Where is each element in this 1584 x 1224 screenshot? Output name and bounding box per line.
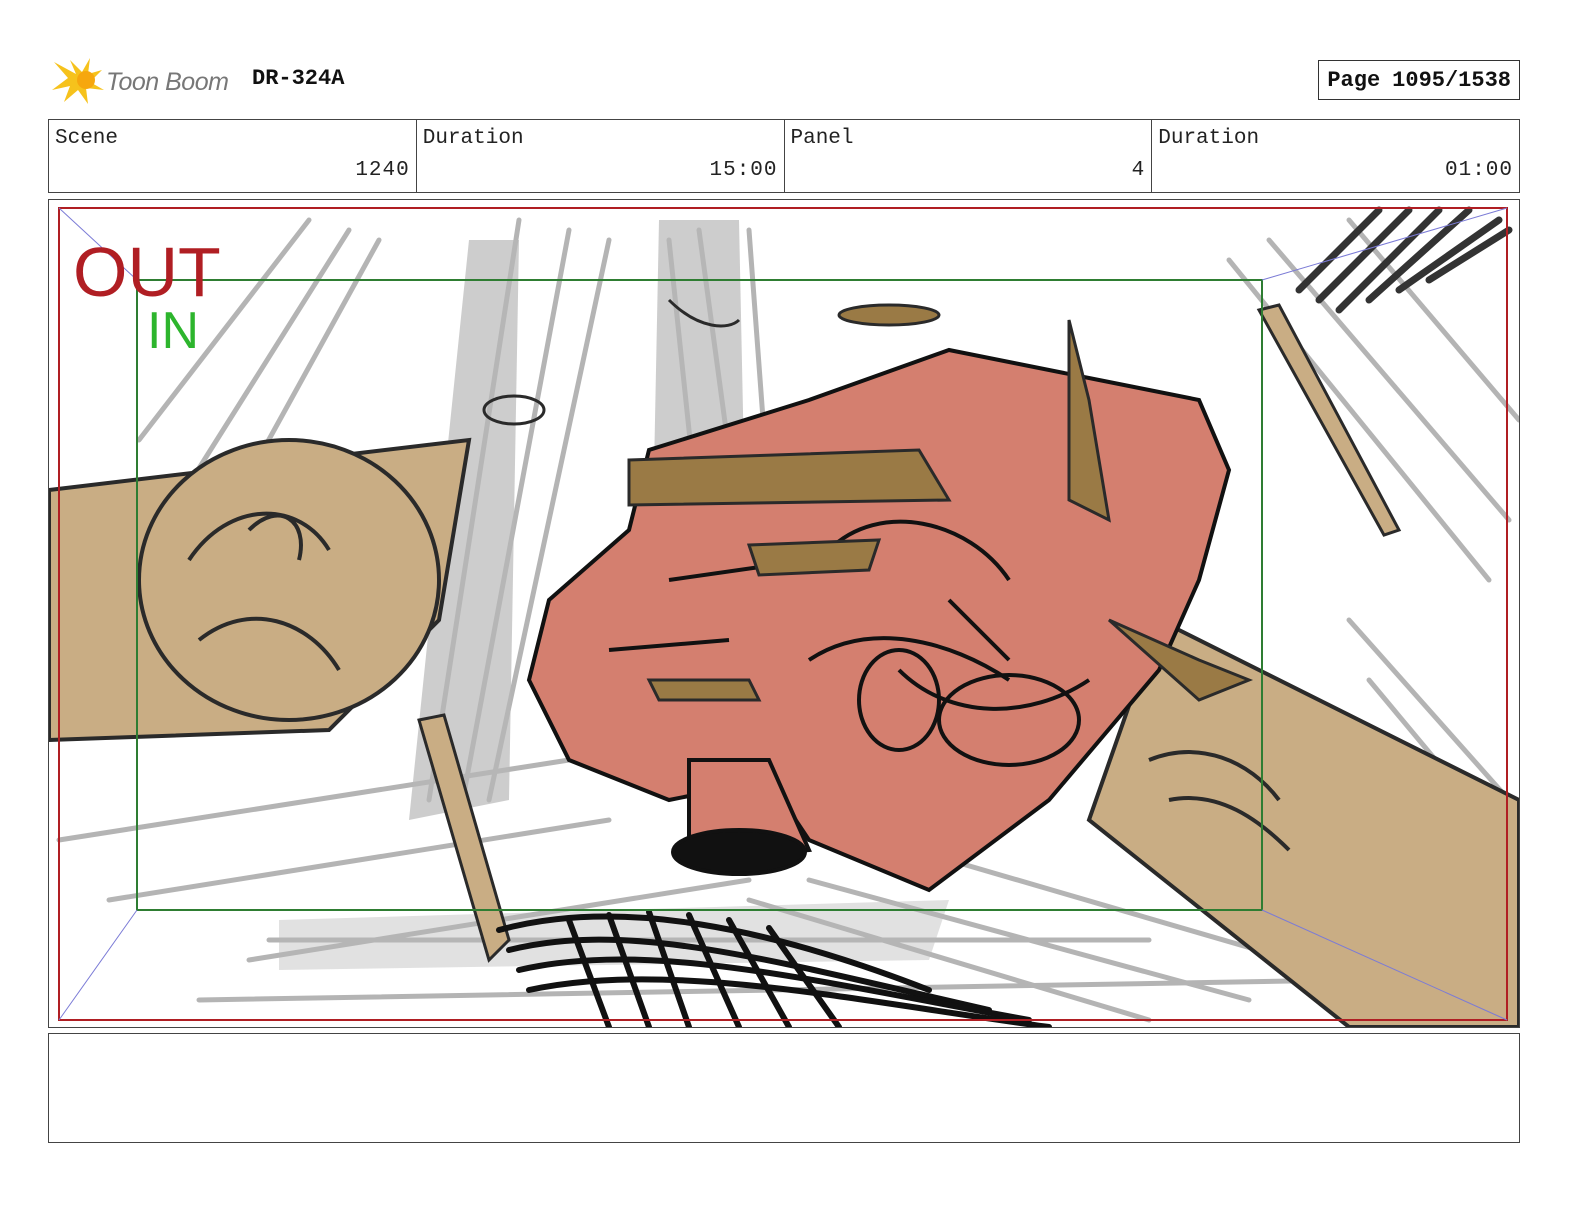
scene-value: 1240 — [355, 159, 410, 182]
panel-notes — [48, 1033, 1520, 1143]
scene-info-table: Scene 1240 Duration 15:00 Panel 4 Durati… — [48, 119, 1520, 193]
scene-duration-value: 15:00 — [709, 159, 778, 182]
toon-boom-logo: Toon Boom — [50, 56, 240, 106]
panel-drawing: OUT IN — [49, 200, 1519, 1027]
page-label: Page — [1327, 67, 1381, 93]
in-label: IN — [147, 302, 199, 360]
scene-duration-cell: Duration 15:00 — [417, 120, 785, 192]
scene-label: Scene — [55, 127, 119, 150]
page-header: Toon Boom DR-324A Page 1095/1538 — [48, 52, 1520, 110]
panel-duration-label: Duration — [1158, 127, 1260, 150]
panel-value: 4 — [1131, 159, 1146, 182]
scene-cell: Scene 1240 — [49, 120, 417, 192]
document-id: DR-324A — [252, 66, 345, 91]
panel-duration-cell: Duration 01:00 — [1152, 120, 1519, 192]
storyboard-panel: OUT IN — [48, 199, 1520, 1028]
logo-text: Toon Boom — [106, 68, 229, 96]
starburst-icon — [52, 58, 104, 104]
page-number: 1095/1538 — [1392, 67, 1511, 93]
panel-cell: Panel 4 — [785, 120, 1153, 192]
panel-label: Panel — [790, 127, 854, 150]
scene-duration-label: Duration — [422, 127, 524, 150]
out-label: OUT — [73, 233, 221, 311]
page-indicator: Page 1095/1538 — [1318, 60, 1520, 100]
panel-duration-value: 01:00 — [1444, 159, 1513, 182]
